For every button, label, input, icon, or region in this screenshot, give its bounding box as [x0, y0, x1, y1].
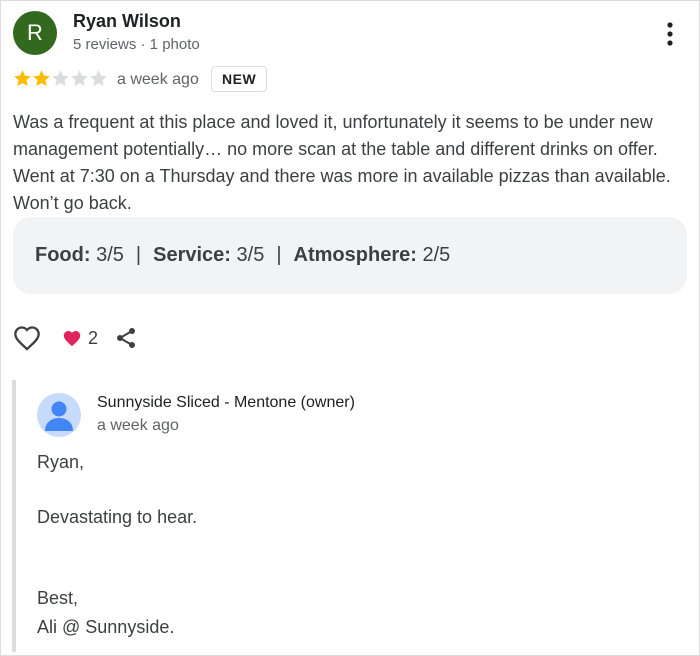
share-button[interactable] [112, 324, 140, 352]
owner-name: Sunnyside Sliced - Mentone (owner) [97, 394, 355, 411]
separator: | [135, 244, 142, 266]
reply-line: Best, [37, 588, 79, 608]
ratings-summary: Food: 3/5 | Service: 3/5 | Atmosphere: 2… [13, 217, 687, 294]
heart-outline-icon [14, 326, 40, 351]
reaction-summary[interactable]: 2 [62, 328, 98, 349]
reply-line: Ali @ Sunnyside. [37, 617, 175, 637]
person-icon [45, 401, 73, 431]
star-empty-icon [52, 70, 69, 87]
service-value: 3/5 [236, 244, 265, 266]
reviewer-avatar[interactable]: R [13, 11, 57, 55]
share-icon [117, 328, 136, 348]
star-filled-icon [33, 70, 50, 87]
atmosphere-value: 2/5 [422, 244, 451, 266]
reply-line: Ryan, [37, 452, 85, 472]
reply-line: Devastating to hear. [37, 507, 198, 527]
more-options-button[interactable] [656, 16, 684, 52]
heart-filled-icon [63, 331, 81, 347]
avatar-letter: R [27, 20, 43, 45]
food-value: 3/5 [96, 244, 124, 266]
food-label: Food: [35, 244, 91, 266]
owner-avatar[interactable] [37, 393, 81, 437]
action-bar: 2 [12, 322, 140, 354]
star-rating [13, 69, 108, 88]
new-badge: NEW [211, 66, 268, 92]
review-date: a week ago [117, 71, 199, 88]
reviewer-meta: 5 reviews · 1 photo [73, 36, 200, 53]
review-text: Was a frequent at this place and loved i… [13, 112, 671, 213]
reaction-count: 2 [88, 327, 99, 348]
star-filled-icon [14, 70, 31, 87]
reply-thread-line [12, 380, 16, 652]
reviewer-name[interactable]: Ryan Wilson [73, 11, 181, 32]
separator: | [276, 244, 282, 266]
service-label: Service: [153, 244, 231, 266]
star-empty-icon [71, 70, 88, 87]
star-empty-icon [90, 70, 107, 87]
like-button[interactable] [12, 323, 42, 353]
owner-reply-date: a week ago [97, 417, 179, 434]
atmosphere-label: Atmosphere: [293, 244, 417, 266]
more-vert-icon [667, 22, 673, 46]
